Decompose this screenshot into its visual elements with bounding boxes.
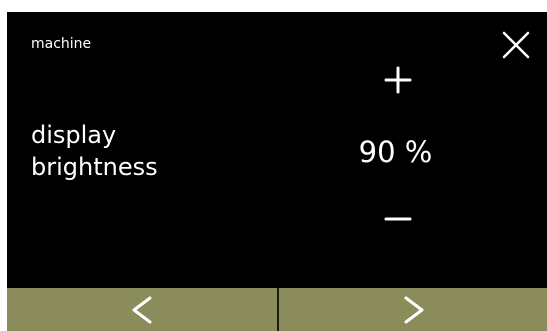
chevron-right-icon: [404, 296, 424, 324]
setting-label-line2: brightness: [31, 153, 158, 181]
brightness-value: 90 %: [358, 135, 433, 169]
page-title: machine: [31, 36, 92, 52]
navigation-bar: [7, 288, 547, 331]
setting-label: display brightness: [31, 119, 158, 183]
close-button[interactable]: [500, 29, 532, 61]
close-icon: [502, 31, 530, 59]
minus-icon: [384, 217, 412, 221]
decrease-button[interactable]: [375, 202, 421, 236]
next-button[interactable]: [279, 288, 547, 331]
increase-button[interactable]: [375, 60, 421, 100]
settings-screen: machine display brightness 90 %: [7, 12, 547, 331]
setting-label-line1: display: [31, 121, 117, 149]
chevron-left-icon: [132, 296, 152, 324]
plus-icon: [384, 66, 412, 94]
previous-button[interactable]: [7, 288, 277, 331]
